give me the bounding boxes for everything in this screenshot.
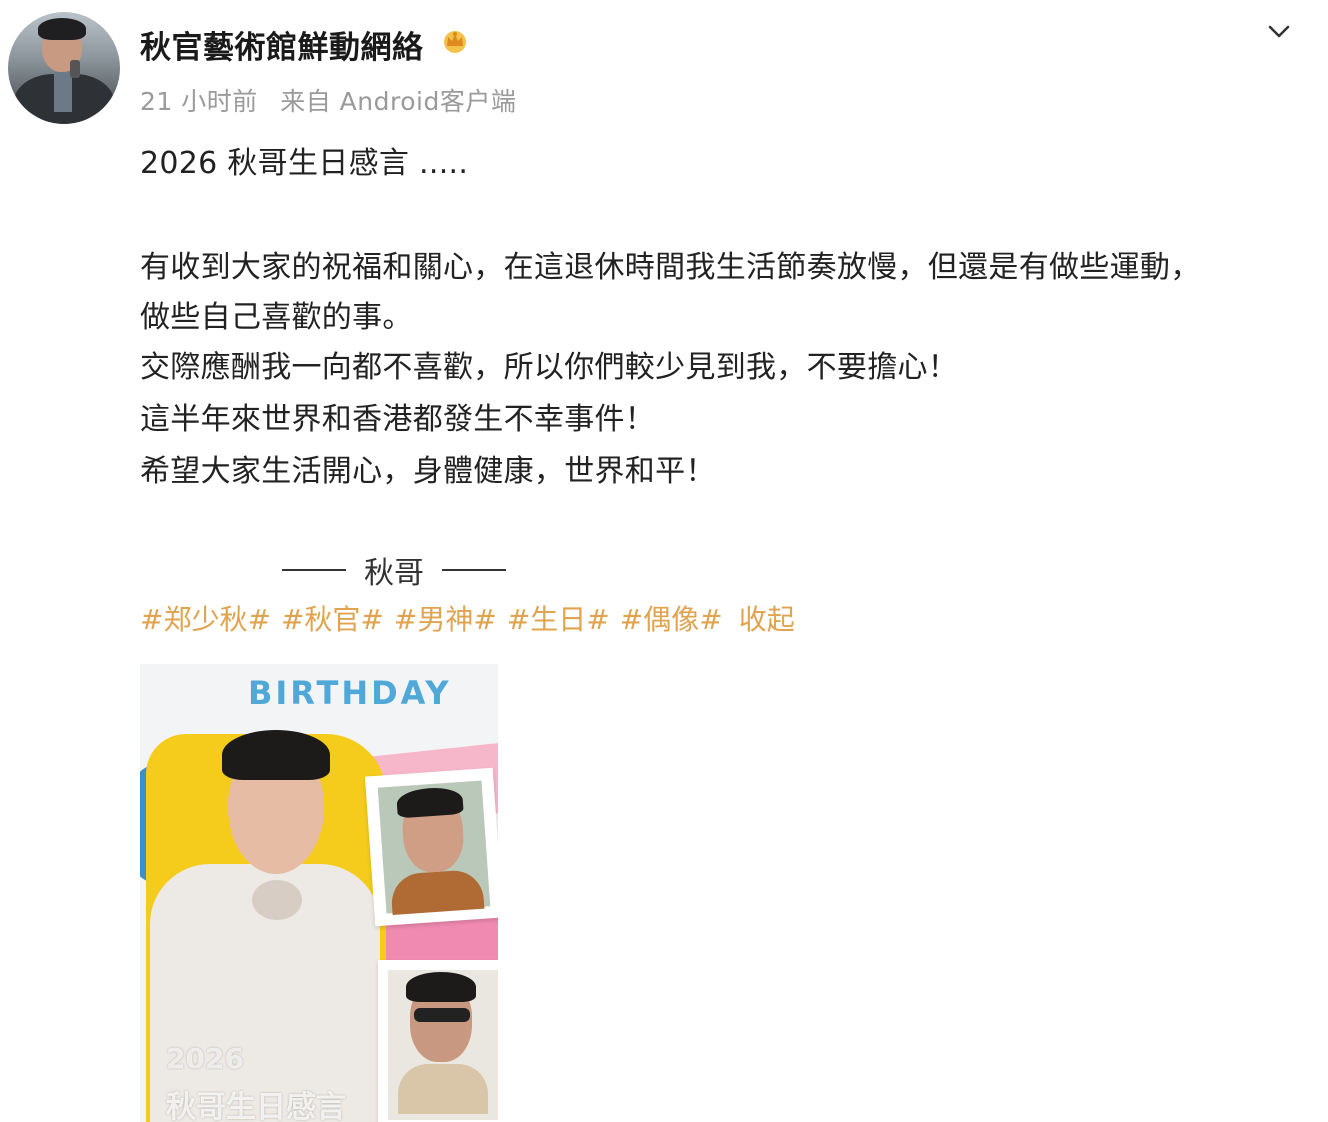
signature-dash: [282, 569, 346, 571]
post-body-line: 有收到大家的祝福和關心，在這退休時間我生活節奏放慢，但還是有做些運動，: [140, 250, 1201, 285]
username[interactable]: 秋官藝術館鮮動網絡: [140, 22, 424, 67]
post-image[interactable]: BIRTHDAY 2026 秋哥生日感言: [140, 664, 498, 1122]
avatar-shirt: [54, 72, 72, 112]
avatar-mic: [70, 60, 80, 78]
image-bowtie: [252, 880, 302, 920]
polaroid-shirt: [398, 1064, 488, 1114]
image-polaroid-2: [378, 960, 498, 1122]
hashtag-link[interactable]: #偶像#: [620, 598, 723, 638]
image-birthday-header: BIRTHDAY: [248, 674, 452, 712]
post-title-line: 2026 秋哥生日感言 .....: [140, 146, 469, 181]
hashtag-link[interactable]: #郑少秋#: [140, 598, 271, 638]
signature: 秋哥: [282, 548, 524, 592]
hashtag-link[interactable]: #男神#: [394, 598, 497, 638]
post-body-line: 希望大家生活開心，身體健康，世界和平！: [140, 454, 716, 489]
signature-text: 秋哥: [364, 556, 424, 591]
post-time: 21 小时前: [140, 87, 258, 116]
image-caption-text: 秋哥生日感言: [166, 1090, 346, 1122]
image-caption-year: 2026: [166, 1042, 244, 1075]
chevron-down-icon[interactable]: [1262, 18, 1296, 46]
polaroid-hair: [406, 972, 476, 1002]
avatar[interactable]: [8, 12, 120, 124]
hashtag-link[interactable]: #秋官#: [281, 598, 384, 638]
avatar-hair: [38, 18, 86, 40]
signature-dash: [442, 569, 506, 571]
post-body-line: 交際應酬我一向都不喜歡，所以你們較少見到我，不要擔心！: [140, 350, 959, 385]
hashtag-link[interactable]: #生日#: [507, 598, 610, 638]
post-body-line: 做些自己喜歡的事。: [140, 300, 413, 335]
post-body-line: 這半年來世界和香港都發生不幸事件！: [140, 402, 656, 437]
post-meta: 21 小时前 来自 Android客户端: [140, 82, 530, 118]
hashtag-row: #郑少秋# #秋官# #男神# #生日# #偶像# 收起: [140, 598, 795, 638]
collapse-link[interactable]: 收起: [739, 598, 795, 638]
sunglasses-icon: [414, 1008, 470, 1022]
image-hair: [222, 730, 330, 780]
crown-icon: [444, 31, 466, 53]
post-source: 来自 Android客户端: [280, 87, 517, 116]
image-polaroid-1: [364, 767, 498, 927]
